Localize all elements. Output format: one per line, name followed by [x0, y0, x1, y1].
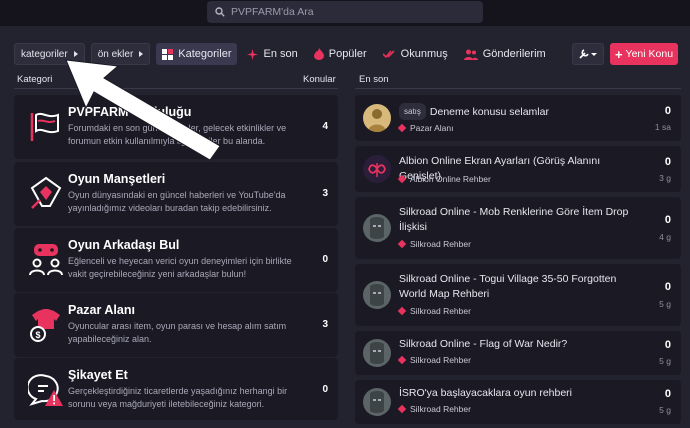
- topic-category[interactable]: Pazar Alanı: [397, 123, 453, 133]
- pointer-arrow-annotation: [65, 59, 221, 161]
- category-title[interactable]: Oyun Arkadaşı Bul: [68, 238, 179, 252]
- topic-replies: 0: [664, 105, 671, 117]
- pen-nib-icon: [30, 176, 62, 209]
- albion-logo: [363, 155, 391, 183]
- nav-read[interactable]: Okunmuş: [377, 43, 454, 65]
- svg-text:$: $: [35, 330, 40, 340]
- top-header: PVPFARM'da Ara: [0, 0, 690, 26]
- category-row-headlines[interactable]: Oyun Manşetleri Oyun dünyasındaki en gün…: [14, 162, 338, 226]
- plus-icon: +: [614, 46, 623, 62]
- category-diamond-icon: [397, 174, 407, 184]
- topic-replies: 0: [664, 156, 671, 168]
- sparkle-icon: [247, 48, 259, 60]
- category-description: Eğlenceli ve heyecan verici oyun deneyim…: [68, 256, 292, 279]
- helmet-avatar: [363, 388, 391, 416]
- helmet-avatar: [363, 339, 391, 367]
- topic-title[interactable]: Silkroad Online - Mob Renklerine Göre İt…: [399, 205, 639, 235]
- topic-category[interactable]: Silkroad Rehber: [397, 306, 471, 316]
- category-topic-count: 0: [322, 384, 328, 395]
- alert-chat-icon: [28, 374, 63, 406]
- flag-icon: [30, 112, 59, 141]
- topic-age[interactable]: 3 g: [659, 173, 671, 183]
- topic-replies: 0: [664, 388, 671, 400]
- topic-category[interactable]: Silkroad Rehber: [397, 404, 471, 414]
- nav-popular[interactable]: Popüler: [308, 43, 373, 65]
- flame-icon: [313, 48, 324, 60]
- admin-menu-button[interactable]: [572, 43, 604, 65]
- topic-replies: 0: [664, 281, 671, 293]
- topic-replies: 0: [664, 339, 671, 351]
- category-topic-count: 3: [322, 188, 328, 199]
- divider: [355, 88, 681, 89]
- topic-row[interactable]: Albion Online Ekran Ayarları (Görüş Alan…: [355, 146, 681, 192]
- topic-age[interactable]: 5 g: [659, 356, 671, 366]
- check-double-icon: [382, 50, 395, 59]
- topic-category[interactable]: Silkroad Rehber: [397, 239, 471, 249]
- category-topic-count: 4: [322, 121, 328, 132]
- gamepad-users-icon: [29, 244, 63, 276]
- topic-row[interactable]: satış Deneme konusu selamlar Pazar Alanı …: [355, 95, 681, 141]
- topic-title[interactable]: İSRO'ya başlayacaklara oyun rehberi: [399, 386, 639, 401]
- topic-title[interactable]: Silkroad Online - Flag of War Nedir?: [399, 337, 639, 352]
- golden-avatar: [363, 104, 391, 132]
- category-title[interactable]: Oyun Manşetleri: [68, 172, 165, 186]
- category-row-market[interactable]: $ Pazar Alanı Oyuncular arası item, oyun…: [14, 293, 338, 357]
- category-title[interactable]: Pazar Alanı: [68, 303, 135, 317]
- category-diamond-icon: [397, 306, 407, 316]
- topic-age[interactable]: 1 sa: [655, 122, 671, 132]
- nav-latest[interactable]: En son: [241, 43, 303, 65]
- category-description: Gerçekleştirdiğiniz ticaretlerde yaşadığ…: [68, 386, 288, 409]
- topic-replies: 0: [664, 214, 671, 226]
- topic-tag[interactable]: satış: [399, 103, 426, 120]
- category-row-complaint[interactable]: Şikayet Et Gerçekleştirdiğiniz ticaretle…: [14, 358, 338, 420]
- category-diamond-icon: [397, 355, 407, 365]
- topic-row[interactable]: Silkroad Online - Mob Renklerine Göre İt…: [355, 197, 681, 259]
- topics-column-header: Konular: [303, 74, 336, 85]
- category-diamond-icon: [397, 123, 407, 133]
- topic-age[interactable]: 5 g: [659, 299, 671, 309]
- helmet-avatar: [363, 214, 391, 242]
- category-diamond-icon: [397, 239, 407, 249]
- category-column-header: Kategori: [17, 74, 53, 85]
- user-group-icon: [463, 49, 478, 60]
- wrench-icon: [579, 49, 597, 59]
- category-diamond-icon: [397, 404, 407, 414]
- topic-row[interactable]: İSRO'ya başlayacaklara oyun rehberi Silk…: [355, 380, 681, 424]
- topic-category[interactable]: Albion Online Rehber: [397, 174, 491, 184]
- search-input[interactable]: PVPFARM'da Ara: [207, 1, 483, 23]
- topic-age[interactable]: 4 g: [659, 232, 671, 242]
- latest-column-header: En son: [359, 74, 389, 85]
- armor-coin-icon: $: [30, 309, 60, 342]
- topic-title[interactable]: Deneme konusu selamlar: [430, 106, 549, 118]
- nav-my-posts[interactable]: Gönderilerim: [458, 43, 552, 65]
- category-topic-count: 0: [322, 254, 328, 265]
- category-row-find-friend[interactable]: Oyun Arkadaşı Bul Eğlenceli ve heyecan v…: [14, 228, 338, 292]
- search-placeholder: PVPFARM'da Ara: [231, 6, 314, 18]
- topic-row[interactable]: Silkroad Online - Flag of War Nedir? Sil…: [355, 331, 681, 375]
- topic-category[interactable]: Silkroad Rehber: [397, 355, 471, 365]
- new-topic-button[interactable]: + Yeni Konu: [610, 43, 678, 65]
- topic-title[interactable]: Silkroad Online - Togui Village 35-50 Fo…: [399, 272, 639, 302]
- topic-age[interactable]: 5 g: [659, 405, 671, 415]
- search-icon: [215, 7, 225, 17]
- topic-row[interactable]: Silkroad Online - Togui Village 35-50 Fo…: [355, 264, 681, 326]
- category-title[interactable]: Şikayet Et: [68, 368, 128, 382]
- helmet-avatar: [363, 281, 391, 309]
- category-description: Oyuncular arası item, oyun parası ve hes…: [68, 321, 287, 344]
- category-description: Oyun dünyasındaki en güncel haberleri ve…: [68, 190, 286, 213]
- category-topic-count: 3: [322, 319, 328, 330]
